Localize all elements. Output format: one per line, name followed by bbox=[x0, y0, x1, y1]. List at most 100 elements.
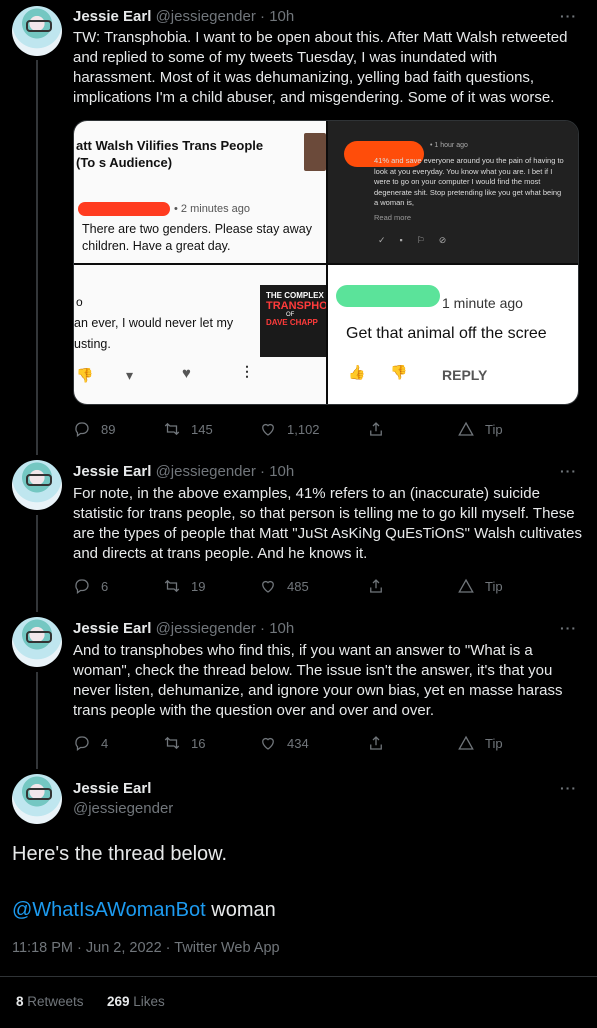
tip-button[interactable]: Tip bbox=[457, 734, 503, 752]
reply-button[interactable]: 4 bbox=[73, 734, 108, 752]
retweet-count: 19 bbox=[191, 578, 206, 594]
heart-icon bbox=[262, 423, 274, 436]
thumb-text-1: THE COMPLEX bbox=[266, 291, 324, 300]
comment-text: Get that animal off the scree bbox=[346, 325, 547, 342]
divider bbox=[0, 976, 597, 977]
comment-text: There are two genders. Please stay away … bbox=[82, 222, 312, 253]
reply-count: 4 bbox=[101, 735, 109, 751]
like-count: 1,102 bbox=[287, 421, 320, 437]
comment-actions: ✓▪⚐⊘ bbox=[378, 235, 461, 245]
tweet-time[interactable]: · 10h bbox=[260, 620, 294, 637]
thumb-down-icon: 👎 bbox=[390, 364, 408, 380]
avatar[interactable] bbox=[12, 460, 62, 510]
more-options-icon[interactable]: ··· bbox=[560, 780, 577, 796]
mention-after: woman bbox=[205, 899, 276, 921]
tweet-1[interactable]: Jessie Earl @jessiegender · 10h ··· TW: … bbox=[0, 0, 597, 455]
avatar[interactable] bbox=[12, 617, 62, 667]
retweet-icon bbox=[164, 422, 180, 436]
share-icon bbox=[370, 579, 382, 593]
reply-button[interactable]: 89 bbox=[73, 420, 115, 438]
more-options-icon[interactable]: ··· bbox=[560, 620, 577, 636]
tweet-actions: 6 19 485 Tip bbox=[73, 577, 513, 597]
share-button[interactable] bbox=[367, 577, 385, 595]
tweet-mention-line: @WhatIsAWomanBot woman bbox=[12, 899, 276, 922]
like-button[interactable]: 434 bbox=[259, 734, 309, 752]
author-name[interactable]: Jessie Earl bbox=[73, 8, 151, 25]
author-name[interactable]: Jessie Earl bbox=[73, 620, 151, 637]
retweet-button[interactable]: 19 bbox=[163, 577, 205, 595]
tip-icon bbox=[458, 421, 474, 436]
tweet-header: Jessie Earl @jessiegender · 10h bbox=[73, 8, 294, 25]
media-image-3[interactable]: o an ever, I would never let my usting. … bbox=[74, 265, 326, 404]
heart-icon: ♥ bbox=[182, 365, 191, 382]
tip-button[interactable]: Tip bbox=[457, 577, 503, 595]
tip-button[interactable]: Tip bbox=[457, 420, 503, 438]
redaction-red bbox=[78, 202, 170, 216]
author-handle[interactable]: @jessiegender bbox=[156, 8, 256, 25]
avatar[interactable] bbox=[12, 6, 62, 56]
thumb-text-2: TRANSPHO bbox=[266, 300, 326, 312]
video-title: att Walsh Vilifies Trans People (To s Au… bbox=[76, 138, 264, 170]
media-image-2[interactable]: • 1 hour ago 41% and save everyone aroun… bbox=[328, 121, 578, 263]
redaction-green bbox=[336, 285, 440, 307]
dislike-icon-2: ▾ bbox=[126, 367, 134, 383]
retweet-button[interactable]: 16 bbox=[163, 734, 205, 752]
author-handle[interactable]: @jessiegender bbox=[156, 620, 256, 637]
tweet-header: Jessie Earl @jessiegender · 10h bbox=[73, 620, 294, 637]
share-button[interactable] bbox=[367, 420, 385, 438]
like-count: 485 bbox=[287, 578, 309, 594]
tip-icon bbox=[458, 578, 474, 593]
tweet-actions: 89 145 1,102 Tip bbox=[73, 420, 513, 440]
media-image-1[interactable]: att Walsh Vilifies Trans People (To s Au… bbox=[74, 121, 326, 263]
tweet-actions: 4 16 434 Tip bbox=[73, 734, 513, 754]
like-button[interactable]: 1,102 bbox=[259, 420, 320, 438]
share-icon bbox=[370, 736, 382, 750]
comment-text: an ever, I would never let my usting. bbox=[74, 316, 234, 351]
like-button[interactable]: 485 bbox=[259, 577, 309, 595]
tip-icon bbox=[458, 735, 474, 750]
media-grid[interactable]: att Walsh Vilifies Trans People (To s Au… bbox=[73, 120, 579, 405]
comment-time: 1 minute ago bbox=[442, 295, 523, 311]
retweet-count: 16 bbox=[191, 735, 206, 751]
author-name[interactable]: Jessie Earl bbox=[73, 780, 151, 797]
tweet-3[interactable]: Jessie Earl @jessiegender · 10h ··· And … bbox=[0, 612, 597, 769]
tweet-time[interactable]: · 10h bbox=[260, 463, 294, 480]
retweets-stat[interactable]: 8 Retweets bbox=[16, 994, 84, 1009]
share-button[interactable] bbox=[367, 734, 385, 752]
likes-count: 269 bbox=[107, 994, 130, 1009]
tweet-2[interactable]: Jessie Earl @jessiegender · 10h ··· For … bbox=[0, 455, 597, 612]
more-options-icon[interactable]: ··· bbox=[560, 8, 577, 24]
retweet-button[interactable]: 145 bbox=[163, 420, 213, 438]
tweet-text: For note, in the above examples, 41% ref… bbox=[73, 485, 582, 562]
media-image-4[interactable]: 1 minute ago Get that animal off the scr… bbox=[328, 265, 578, 404]
main-tweet: Jessie Earl @jessiegender ··· Here's the… bbox=[0, 769, 597, 1028]
tweet-text: And to transphobes who find this, if you… bbox=[73, 642, 563, 719]
reply-icon bbox=[75, 736, 89, 752]
author-name[interactable]: Jessie Earl bbox=[73, 463, 151, 480]
retweet-count: 145 bbox=[191, 421, 213, 437]
thumb-text-4: DAVE CHAPP bbox=[266, 318, 318, 327]
likes-stat[interactable]: 269 Likes bbox=[107, 994, 165, 1009]
reply-button[interactable]: REPLY bbox=[442, 367, 487, 383]
reply-count: 89 bbox=[101, 421, 116, 437]
dislike-icon: 👎 bbox=[76, 367, 94, 383]
author-handle[interactable]: @jessiegender bbox=[156, 463, 256, 480]
retweet-icon bbox=[164, 579, 180, 593]
more-options-icon[interactable]: ··· bbox=[560, 463, 577, 479]
read-more-link[interactable]: Read more bbox=[374, 213, 411, 222]
reply-count: 6 bbox=[101, 578, 109, 594]
tip-label: Tip bbox=[485, 735, 503, 751]
share-icon bbox=[370, 422, 382, 436]
avatar[interactable] bbox=[12, 774, 62, 824]
tweet-timestamp[interactable]: 11:18 PM · Jun 2, 2022 · Twitter Web App bbox=[12, 940, 280, 956]
reply-button[interactable]: 6 bbox=[73, 577, 108, 595]
thumb-up-icon: 👍 bbox=[348, 364, 366, 380]
author-handle[interactable]: @jessiegender bbox=[73, 800, 173, 817]
video-thumbnail[interactable]: THE COMPLEX TRANSPHO OF DAVE CHAPP bbox=[260, 285, 326, 357]
like-count: 434 bbox=[287, 735, 309, 751]
thread-line bbox=[36, 515, 38, 612]
mention-link[interactable]: @WhatIsAWomanBot bbox=[12, 899, 206, 921]
retweet-icon bbox=[164, 736, 180, 750]
tweet-time[interactable]: · 10h bbox=[260, 8, 294, 25]
retweets-label: Retweets bbox=[23, 994, 84, 1009]
